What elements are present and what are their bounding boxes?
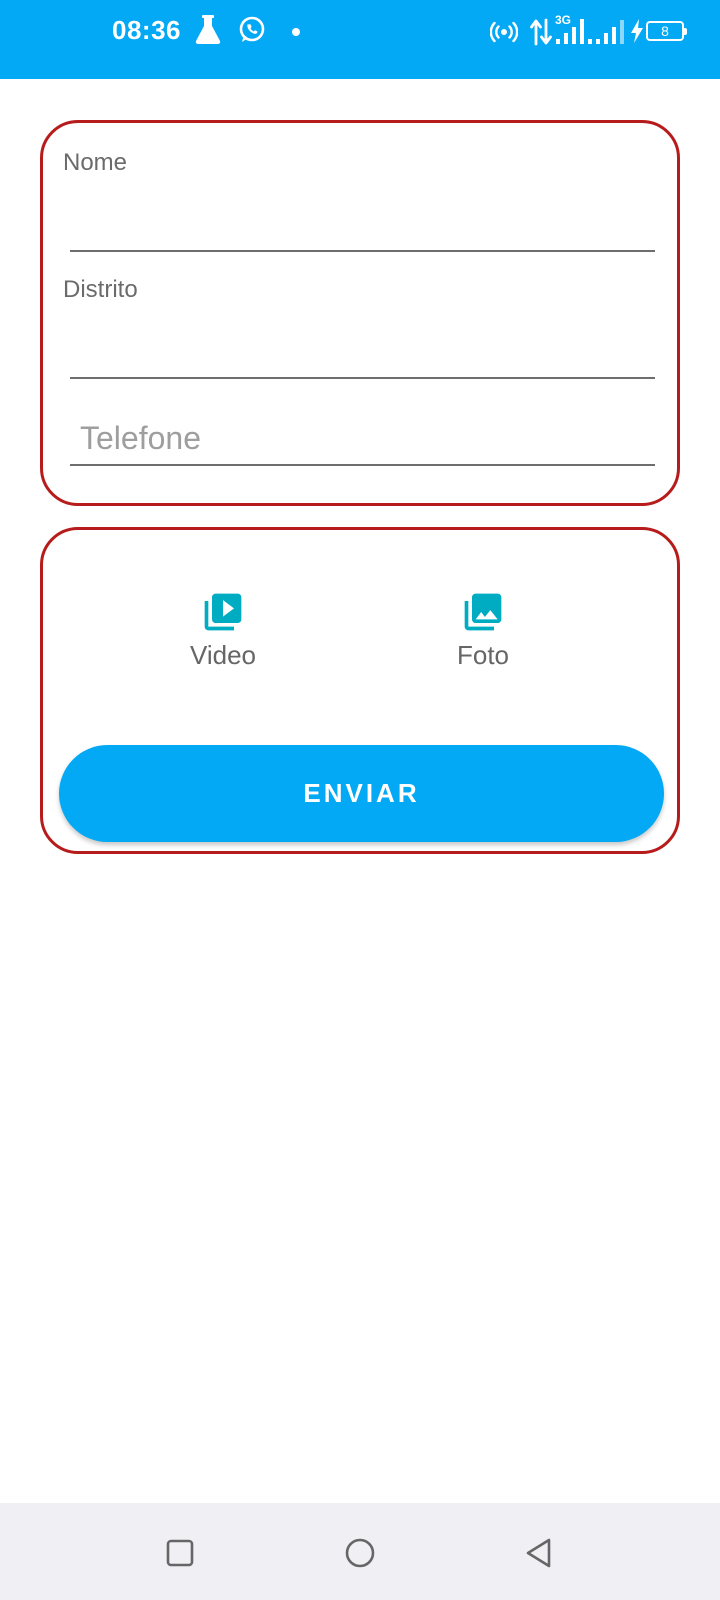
- name-underline: [70, 250, 655, 252]
- name-label: Nome: [63, 149, 128, 176]
- charging-icon: [631, 19, 643, 43]
- video-button[interactable]: Video: [153, 590, 293, 690]
- photo-library-icon: [464, 593, 502, 631]
- name-input[interactable]: [70, 198, 655, 248]
- status-time: 08:36: [112, 15, 181, 45]
- notification-dot-icon: [292, 28, 300, 36]
- status-bar: 08:36 3G 8: [0, 0, 720, 79]
- circle-home-icon[interactable]: [340, 1533, 380, 1573]
- video-label: Video: [189, 640, 257, 670]
- photo-button[interactable]: Foto: [413, 590, 553, 690]
- video-library-icon: [204, 593, 242, 631]
- square-recent-apps-icon[interactable]: [160, 1533, 200, 1573]
- signal-icon: [596, 20, 624, 44]
- triangle-back-icon[interactable]: [520, 1533, 560, 1573]
- send-button[interactable]: ENVIAR: [59, 745, 664, 842]
- district-underline: [70, 377, 655, 379]
- phone-input[interactable]: [70, 413, 655, 463]
- signal-3g-icon: 3G: [555, 13, 593, 45]
- photo-label: Foto: [456, 640, 510, 670]
- district-input[interactable]: [70, 325, 655, 375]
- navigation-bar: [0, 1503, 720, 1600]
- media-card: Video Foto ENVIAR: [40, 527, 680, 854]
- battery-icon: 8: [646, 21, 687, 41]
- app-screen: 08:36 3G 8 Nome Distrito Telefone Video …: [0, 0, 720, 1600]
- battery-level: 8: [661, 23, 669, 39]
- flask-icon: [195, 15, 221, 44]
- input-fields-card: Nome Distrito: [40, 120, 680, 506]
- hotspot-icon: [490, 21, 518, 43]
- whatsapp-icon: [239, 16, 265, 42]
- phone-underline: [70, 464, 655, 466]
- district-label: Distrito: [63, 276, 138, 303]
- data-arrows-icon: [530, 18, 552, 46]
